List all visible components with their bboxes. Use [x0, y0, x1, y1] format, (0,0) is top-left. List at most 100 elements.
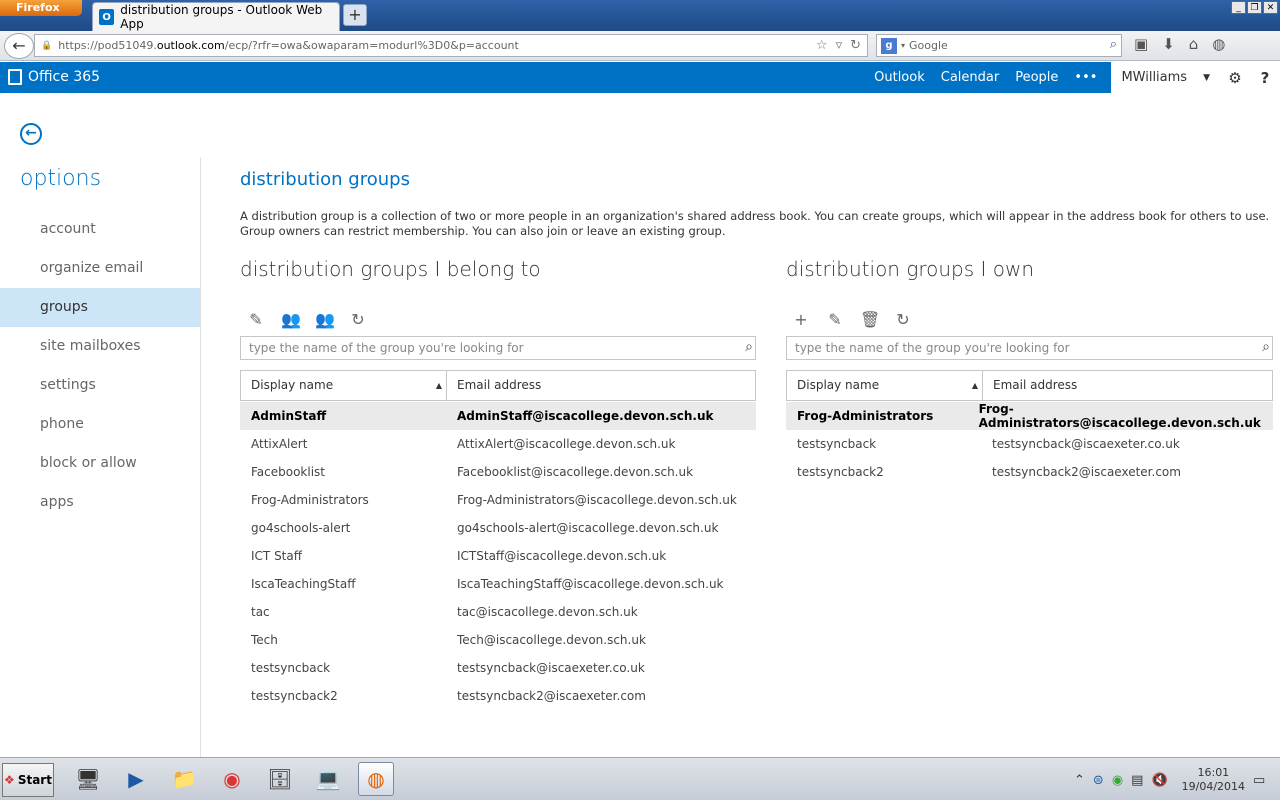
own-section-title: distribution groups I own	[786, 257, 1035, 281]
dropdown-arrow-icon[interactable]: ▿	[836, 38, 843, 53]
browser-back-icon[interactable]: ←	[4, 33, 34, 59]
address-bar[interactable]: 🔒 https://pod51049. outlook.com/ecp/?rfr=…	[34, 34, 868, 57]
table-row[interactable]: Frog-Administrators Frog-Administrators@i…	[240, 486, 756, 514]
table-row[interactable]: ICT Staff ICTStaff@iscacollege.devon.sch.…	[240, 542, 756, 570]
browser-titlebar: Firefox O distribution groups - Outlook …	[0, 0, 1280, 31]
google-icon[interactable]: g	[881, 37, 897, 54]
divider	[200, 157, 201, 757]
search-box[interactable]: g ▾ Google ⌕	[876, 34, 1122, 57]
remote-desktop-icon[interactable]: 💻	[310, 762, 346, 796]
network-tool-icon[interactable]: 🗄	[262, 762, 298, 796]
close-icon[interactable]: ✕	[1263, 1, 1278, 14]
reload-icon[interactable]: ↻	[850, 38, 861, 53]
table-row[interactable]: testsyncback testsyncback@iscaexeter.co.u…	[240, 654, 756, 682]
help-icon[interactable]: ?	[1250, 62, 1280, 93]
join-group-icon[interactable]: 👥	[281, 310, 301, 329]
more-apps-icon[interactable]: •••	[1066, 70, 1105, 85]
nav-item-organize-email[interactable]: organize email	[0, 249, 200, 288]
nav-item-apps[interactable]: apps	[0, 483, 200, 522]
nav-item-site-mailboxes[interactable]: site mailboxes	[0, 327, 200, 366]
group-email-address: Tech@iscacollege.devon.sch.uk	[457, 633, 646, 647]
nav-item-account[interactable]: account	[0, 210, 200, 249]
edit-icon[interactable]: ✎	[247, 310, 265, 329]
back-arrow-icon[interactable]: ←	[20, 123, 42, 145]
col-email-address[interactable]: Email address	[983, 371, 1087, 400]
delete-icon[interactable]: 🗑	[860, 310, 880, 329]
tab-title: distribution groups - Outlook Web App	[120, 3, 323, 31]
nav-item-settings[interactable]: settings	[0, 366, 200, 405]
group-email-address: ICTStaff@iscacollege.devon.sch.uk	[457, 549, 667, 563]
refresh-icon[interactable]: ↻	[349, 310, 367, 329]
chrome-icon[interactable]: ◉	[214, 762, 250, 796]
table-row[interactable]: testsyncback2 testsyncback2@iscaexeter.co…	[786, 458, 1273, 486]
show-desktop-icon[interactable]: ▭	[1253, 773, 1265, 788]
sort-ascending-icon: ▲	[971, 381, 978, 390]
tray-network-icon[interactable]: ◉	[1112, 773, 1123, 788]
tray-app-icon[interactable]: ⊜	[1093, 773, 1104, 788]
table-row[interactable]: AttixAlert AttixAlert@iscacollege.devon.s…	[240, 430, 756, 458]
tray-volume-icon[interactable]: 🔇	[1151, 773, 1167, 788]
nav-item-phone[interactable]: phone	[0, 405, 200, 444]
download-icon[interactable]: ⬇	[1162, 35, 1175, 53]
tray-device-icon[interactable]: ▤	[1131, 773, 1143, 788]
belong-search-input[interactable]: type the name of the group you're lookin…	[240, 336, 756, 360]
nav-outlook[interactable]: Outlook	[866, 70, 933, 85]
nav-item-block-or-allow[interactable]: block or allow	[0, 444, 200, 483]
col-display-name[interactable]: Display name ▲	[241, 371, 447, 400]
group-email-address: Facebooklist@iscacollege.devon.sch.uk	[457, 465, 694, 479]
system-tray: ⌃ ⊜ ◉ ▤ 🔇 16:01 19/04/2014 ▭	[1068, 761, 1280, 799]
explorer-folder-icon[interactable]: 📁	[166, 762, 202, 796]
table-row[interactable]: testsyncback testsyncback@iscaexeter.co.u…	[786, 430, 1273, 458]
restore-icon[interactable]: ❐	[1247, 1, 1262, 14]
new-tab-button[interactable]: +	[343, 4, 367, 26]
table-row[interactable]: IscaTeachingStaff IscaTeachingStaff@iscac…	[240, 570, 756, 598]
col-email-address[interactable]: Email address	[447, 371, 551, 400]
own-search-input[interactable]: type the name of the group you're lookin…	[786, 336, 1273, 360]
sync-icon[interactable]: ◍	[1212, 35, 1225, 53]
own-search-placeholder: type the name of the group you're lookin…	[795, 341, 1070, 355]
table-row[interactable]: tac tac@iscacollege.devon.sch.uk	[240, 598, 756, 626]
col-display-name[interactable]: Display name ▲	[787, 371, 983, 400]
o365-brand[interactable]: Office 365	[8, 69, 100, 85]
add-icon[interactable]: +	[792, 310, 810, 329]
refresh-icon[interactable]: ↻	[894, 310, 912, 329]
nav-item-groups[interactable]: groups	[0, 288, 200, 327]
server-manager-icon[interactable]: 🖥	[70, 762, 106, 796]
browser-tab[interactable]: O distribution groups - Outlook Web App	[92, 2, 340, 31]
table-row[interactable]: testsyncback2 testsyncback2@iscaexeter.co…	[240, 682, 756, 710]
user-menu[interactable]: MWilliams ▼	[1111, 62, 1220, 93]
belong-toolbar: ✎ 👥 👥 ↻	[247, 310, 367, 329]
search-icon[interactable]: ⌕	[745, 339, 753, 355]
group-display-name: tac	[251, 605, 270, 619]
bookmark-star-icon[interactable]: ☆	[816, 38, 828, 53]
start-button[interactable]: ❖ Start	[2, 763, 54, 797]
leave-group-icon[interactable]: 👥	[315, 310, 335, 329]
minimize-icon[interactable]: _	[1231, 1, 1246, 14]
table-row[interactable]: Frog-Administrators Frog-Administrators@i…	[786, 402, 1273, 430]
window-controls: _ ❐ ✕	[1231, 1, 1278, 14]
gear-icon[interactable]: ⚙	[1220, 62, 1250, 93]
table-row[interactable]: Tech Tech@iscacollege.devon.sch.uk	[240, 626, 756, 654]
clock[interactable]: 16:01 19/04/2014	[1182, 766, 1245, 794]
search-placeholder: Google	[909, 39, 948, 52]
group-display-name: Frog-Administrators	[797, 409, 934, 423]
group-email-address: Frog-Administrators@iscacollege.devon.sc…	[457, 493, 737, 507]
search-engine-caret-icon[interactable]: ▾	[901, 41, 905, 50]
nav-calendar[interactable]: Calendar	[933, 70, 1007, 85]
tray-expand-icon[interactable]: ⌃	[1074, 773, 1085, 788]
search-icon[interactable]: ⌕	[1110, 37, 1117, 52]
nav-people[interactable]: People	[1007, 70, 1066, 85]
firefox-menu-button[interactable]: Firefox	[0, 0, 82, 16]
edit-icon[interactable]: ✎	[826, 310, 844, 329]
home-icon[interactable]: ⌂	[1189, 35, 1199, 53]
bookmarks-icon[interactable]: ▣	[1134, 35, 1148, 53]
group-display-name: Frog-Administrators	[251, 493, 369, 507]
powershell-icon[interactable]: ▶	[118, 762, 154, 796]
table-row[interactable]: AdminStaff AdminStaff@iscacollege.devon.s…	[240, 402, 756, 430]
own-table-body: Frog-Administrators Frog-Administrators@i…	[786, 402, 1273, 486]
search-icon[interactable]: ⌕	[1262, 339, 1270, 355]
table-row[interactable]: Facebooklist Facebooklist@iscacollege.dev…	[240, 458, 756, 486]
table-row[interactable]: go4schools-alert go4schools-alert@iscacol…	[240, 514, 756, 542]
firefox-taskbar-icon[interactable]: ◍	[358, 762, 394, 796]
col-email-label: Email address	[457, 378, 542, 392]
